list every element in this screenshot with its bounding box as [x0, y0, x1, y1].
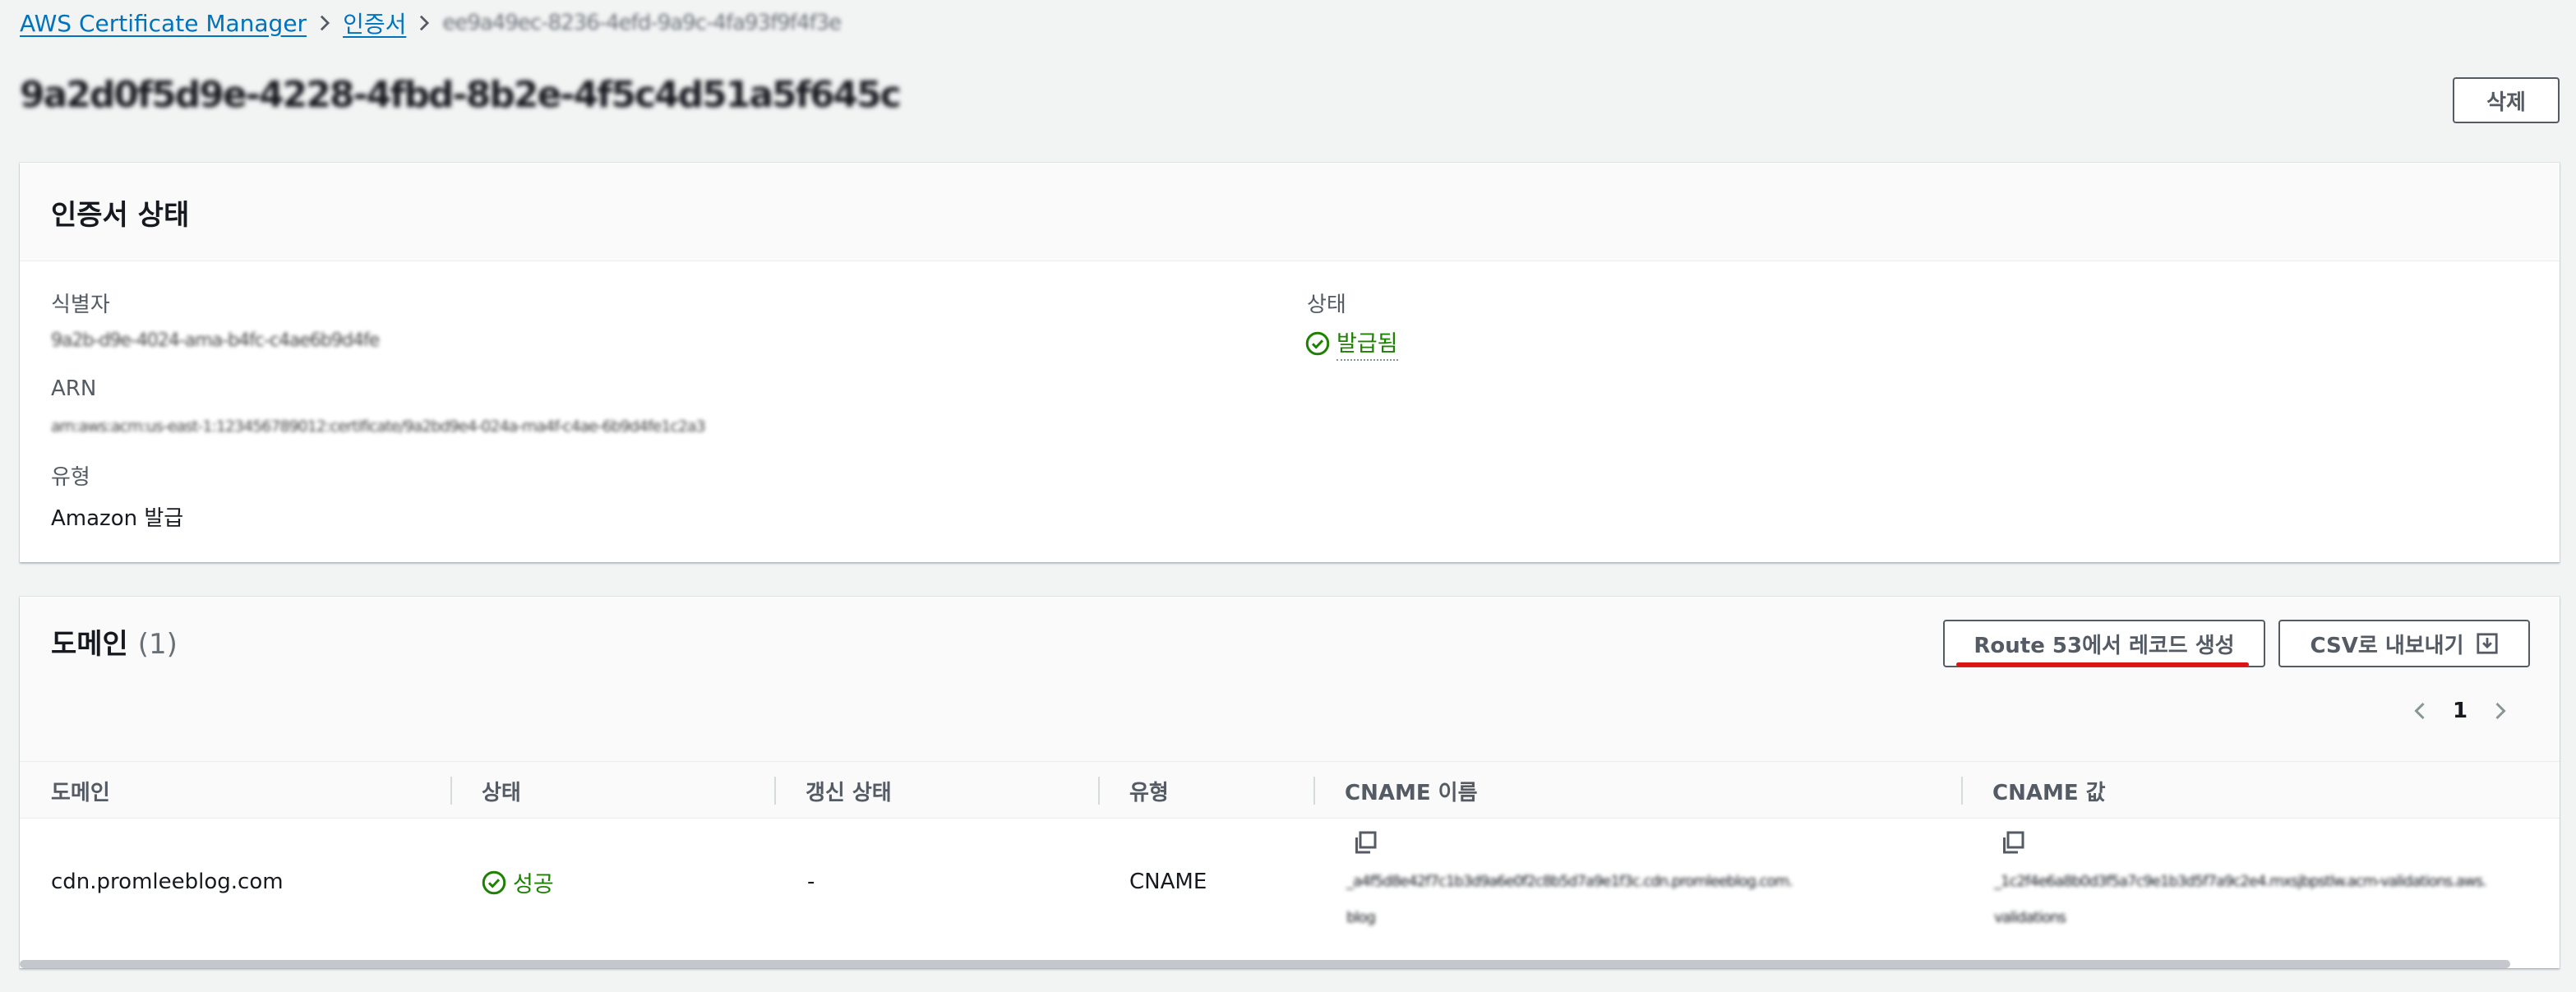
breadcrumb-acm-link[interactable]: AWS Certificate Manager [20, 10, 307, 37]
column-header-renewal-status[interactable]: 갱신 상태 [806, 762, 892, 819]
page-number[interactable]: 1 [2453, 699, 2468, 723]
chevron-right-icon [406, 14, 442, 32]
column-header-domain[interactable]: 도메인 [51, 762, 110, 819]
table-row: cdn.promleeblog.com 성공 - CNAME _a4f5d8e4… [20, 819, 2560, 947]
column-divider[interactable] [450, 777, 452, 805]
pagination: 1 [2410, 690, 2510, 731]
page-title: 9a2d0f5d9e-4228-4fbd-8b2e-4f5c4d51a5f645… [20, 74, 902, 116]
chevron-right-icon[interactable] [2491, 701, 2510, 721]
renewal-status-cell: - [807, 870, 815, 894]
chevron-left-icon[interactable] [2410, 701, 2430, 721]
domain-status-text: 성공 [513, 872, 554, 897]
column-header-cname-value[interactable]: CNAME 값 [1992, 762, 2106, 819]
column-divider[interactable] [1098, 777, 1100, 805]
column-header-cname-name[interactable]: CNAME 이름 [1345, 762, 1478, 819]
export-csv-label: CSV로 내보내기 [2310, 633, 2464, 658]
domains-count: (1) [137, 628, 178, 661]
type-label: 유형 [51, 465, 90, 490]
create-route53-records-button[interactable]: Route 53에서 레코드 생성 [1943, 620, 2265, 667]
column-header-status[interactable]: 상태 [482, 762, 521, 819]
domain-cell: cdn.promleeblog.com [51, 870, 284, 894]
breadcrumb-current: ee9a49ec-8236-4efd-9a9c-4fa93f9f4f3e [442, 11, 842, 35]
column-divider[interactable] [1961, 777, 1963, 805]
domains-title: 도메인 (1) [51, 621, 178, 662]
certificate-status-title: 인증서 상태 [51, 199, 190, 232]
domain-status-cell: 성공 [482, 866, 554, 898]
check-circle-icon [482, 870, 513, 895]
status-label: 상태 [1307, 293, 1346, 317]
breadcrumb: AWS Certificate Manager 인증서 ee9a49ec-823… [20, 7, 842, 39]
issued-status[interactable]: 발급됨 [1305, 325, 1398, 361]
download-icon [2464, 632, 2499, 655]
horizontal-scrollbar[interactable] [20, 960, 2510, 968]
cname-value-line1: _1c2f4e6a8b0d3f5a7c9e1b3d5f7a9c2e4.mxsjb… [1994, 873, 2487, 890]
highlight-underline [1956, 662, 2249, 667]
chevron-right-icon [307, 14, 343, 32]
column-divider[interactable] [1313, 777, 1315, 805]
breadcrumb-certificates-link[interactable]: 인증서 [343, 7, 406, 39]
domains-table-header: 도메인 상태 갱신 상태 유형 CNAME 이름 CNAME 값 [20, 761, 2560, 819]
export-csv-button[interactable]: CSV로 내보내기 [2278, 620, 2530, 667]
delete-button[interactable]: 삭제 [2453, 77, 2560, 123]
arn-label: ARN [51, 376, 97, 401]
column-divider[interactable] [774, 777, 776, 805]
identifier-label: 식별자 [51, 293, 110, 317]
column-header-type[interactable]: 유형 [1129, 762, 1169, 819]
cname-name-line2: blog [1346, 909, 1376, 926]
copy-icon[interactable] [1353, 830, 1378, 855]
type-value: Amazon 발급 [51, 506, 184, 531]
cname-value-line2: validations [1994, 909, 2066, 926]
type-cell: CNAME [1129, 870, 1207, 894]
check-circle-icon [1305, 331, 1336, 356]
certificate-status-panel: 인증서 상태 식별자 9a2b-d9e-4024-ama-b4fc-c4ae6b… [20, 163, 2560, 562]
cname-name-line1: _a4f5d8e42f7c1b3d9a6e0f2c8b5d7a9e1f3c.cd… [1346, 873, 1794, 890]
arn-value: arn:aws:acm:us-east-1:123456789012:certi… [51, 418, 706, 436]
domains-title-text: 도메인 [51, 628, 128, 661]
identifier-value: 9a2b-d9e-4024-ama-b4fc-c4ae6b9d4fe [51, 330, 380, 351]
panel-header: 인증서 상태 [20, 163, 2560, 261]
copy-icon[interactable] [2001, 830, 2025, 855]
issued-status-text: 발급됨 [1336, 325, 1398, 361]
